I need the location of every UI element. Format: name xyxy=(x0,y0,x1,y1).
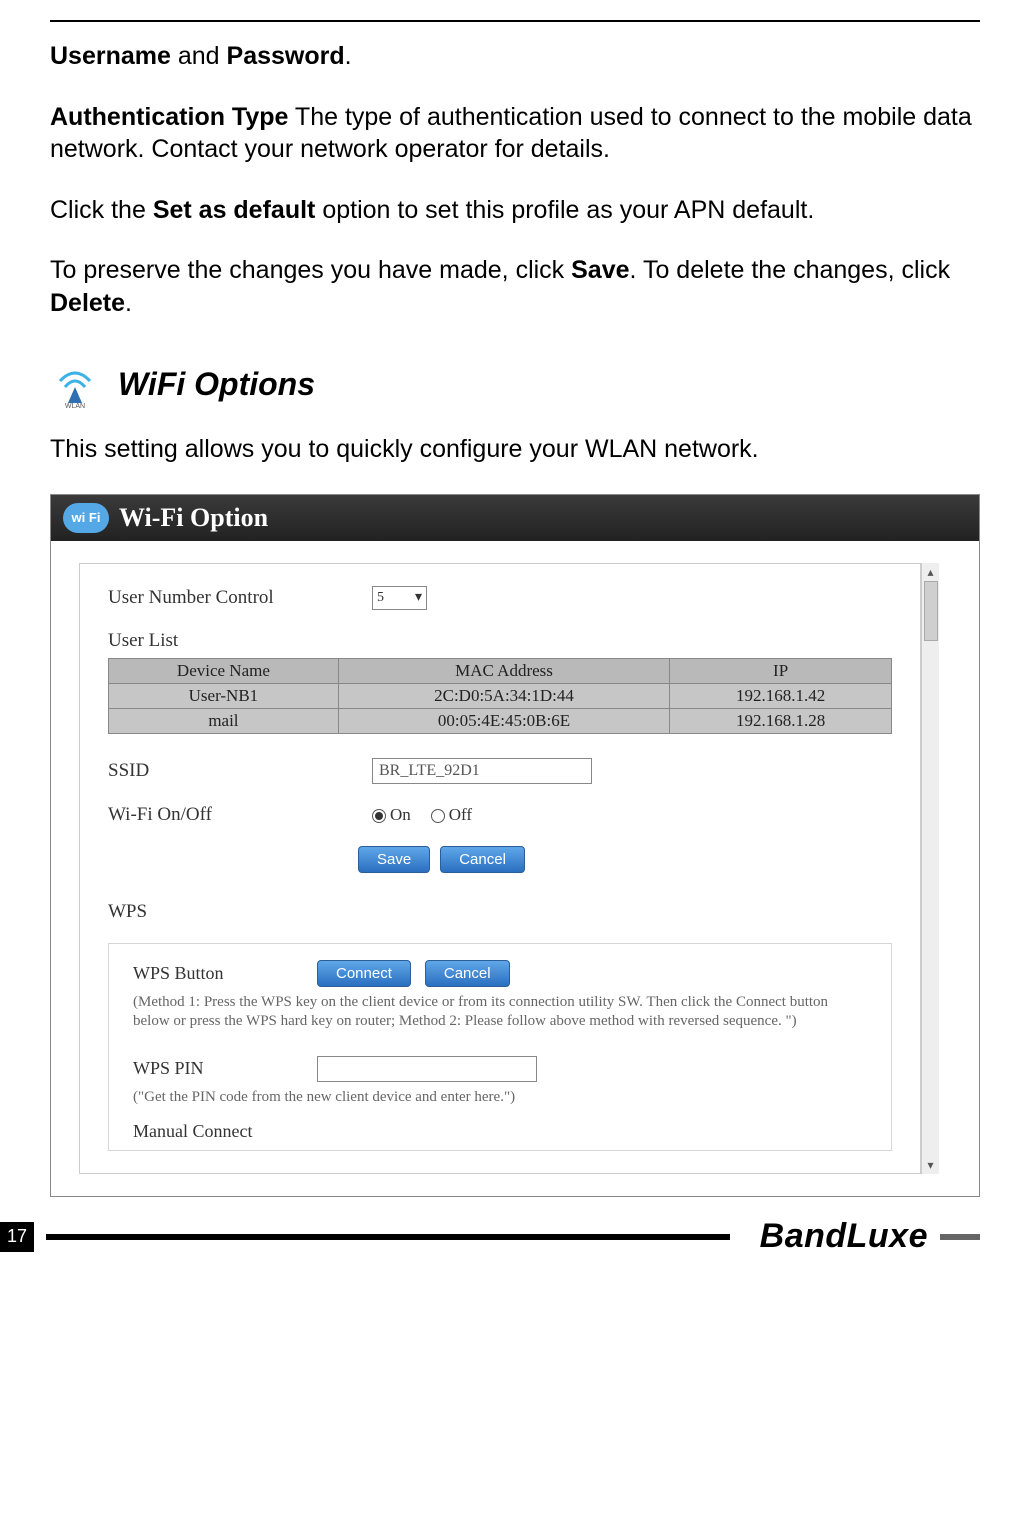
bold-set-default: Set as default xyxy=(153,196,316,224)
paragraph-username-password: Username and Password. xyxy=(50,40,980,73)
cancel-button[interactable]: Cancel xyxy=(440,846,525,873)
wps-button-label: WPS Button xyxy=(133,963,303,984)
th-ip: IP xyxy=(670,658,892,683)
wps-connect-button[interactable]: Connect xyxy=(317,960,411,987)
wps-pin-hint: ("Get the PIN code from the new client d… xyxy=(133,1088,867,1108)
wifi-option-screenshot: wi Fi Wi-Fi Option User Number Control 5… xyxy=(50,494,980,1198)
paragraph-set-default: Click the Set as default option to set t… xyxy=(50,194,980,227)
wps-button-hint: (Method 1: Press the WPS key on the clie… xyxy=(133,993,867,1032)
wps-pin-input[interactable] xyxy=(317,1056,537,1082)
footer-right-bar xyxy=(940,1234,980,1240)
wifi-onoff-label: Wi-Fi On/Off xyxy=(108,804,358,826)
top-rule xyxy=(50,20,980,22)
scroll-up-icon[interactable]: ▴ xyxy=(927,565,933,579)
section-heading-wifi-options: WiFi Options xyxy=(118,366,315,403)
radio-on[interactable]: On xyxy=(372,805,411,825)
table-row: User-NB1 2C:D0:5A:34:1D:44 192.168.1.42 xyxy=(109,683,892,708)
shot-title: Wi-Fi Option xyxy=(119,503,268,533)
wps-pin-label: WPS PIN xyxy=(133,1058,303,1079)
scroll-down-icon[interactable]: ▾ xyxy=(927,1158,933,1172)
table-row: mail 00:05:4E:45:0B:6E 192.168.1.28 xyxy=(109,708,892,733)
wlan-icon: WLAN xyxy=(50,359,100,409)
th-device-name: Device Name xyxy=(109,658,339,683)
bold-save: Save xyxy=(571,256,629,284)
bold-password: Password xyxy=(227,42,345,70)
bold-delete: Delete xyxy=(50,289,125,317)
user-number-control-select[interactable]: 5 ▾ xyxy=(372,586,427,610)
paragraph-auth-type: Authentication Type The type of authenti… xyxy=(50,101,980,166)
svg-text:WLAN: WLAN xyxy=(65,403,85,409)
scrollbar[interactable]: ▴ ▾ xyxy=(921,563,939,1175)
page-number: 17 xyxy=(0,1222,34,1252)
manual-connect-label: Manual Connect xyxy=(133,1121,252,1142)
user-list-table: Device Name MAC Address IP User-NB1 2C:D… xyxy=(108,658,892,734)
user-list-label: User List xyxy=(108,630,892,652)
table-header-row: Device Name MAC Address IP xyxy=(109,658,892,683)
wps-box: WPS Button Connect Cancel (Method 1: Pre… xyxy=(108,943,892,1152)
chevron-down-icon: ▾ xyxy=(415,589,422,606)
wps-heading: WPS xyxy=(108,901,892,923)
bold-auth-type: Authentication Type xyxy=(50,103,288,131)
footer-rule xyxy=(46,1234,730,1240)
section-body: This setting allows you to quickly confi… xyxy=(50,433,980,466)
paragraph-save-delete: To preserve the changes you have made, c… xyxy=(50,254,980,319)
page-footer: 17 BandLuxe xyxy=(0,1207,1030,1266)
save-button[interactable]: Save xyxy=(358,846,430,873)
wifi-badge-icon: wi Fi xyxy=(63,503,109,533)
th-mac: MAC Address xyxy=(338,658,669,683)
user-number-control-label: User Number Control xyxy=(108,587,358,609)
brand-logo: BandLuxe xyxy=(730,1217,928,1256)
ssid-input[interactable] xyxy=(372,758,592,784)
shot-header: wi Fi Wi-Fi Option xyxy=(51,495,979,541)
scroll-thumb[interactable] xyxy=(924,581,938,641)
radio-off[interactable]: Off xyxy=(431,805,472,825)
wps-cancel-button[interactable]: Cancel xyxy=(425,960,510,987)
bold-username: Username xyxy=(50,42,171,70)
ssid-label: SSID xyxy=(108,760,358,782)
